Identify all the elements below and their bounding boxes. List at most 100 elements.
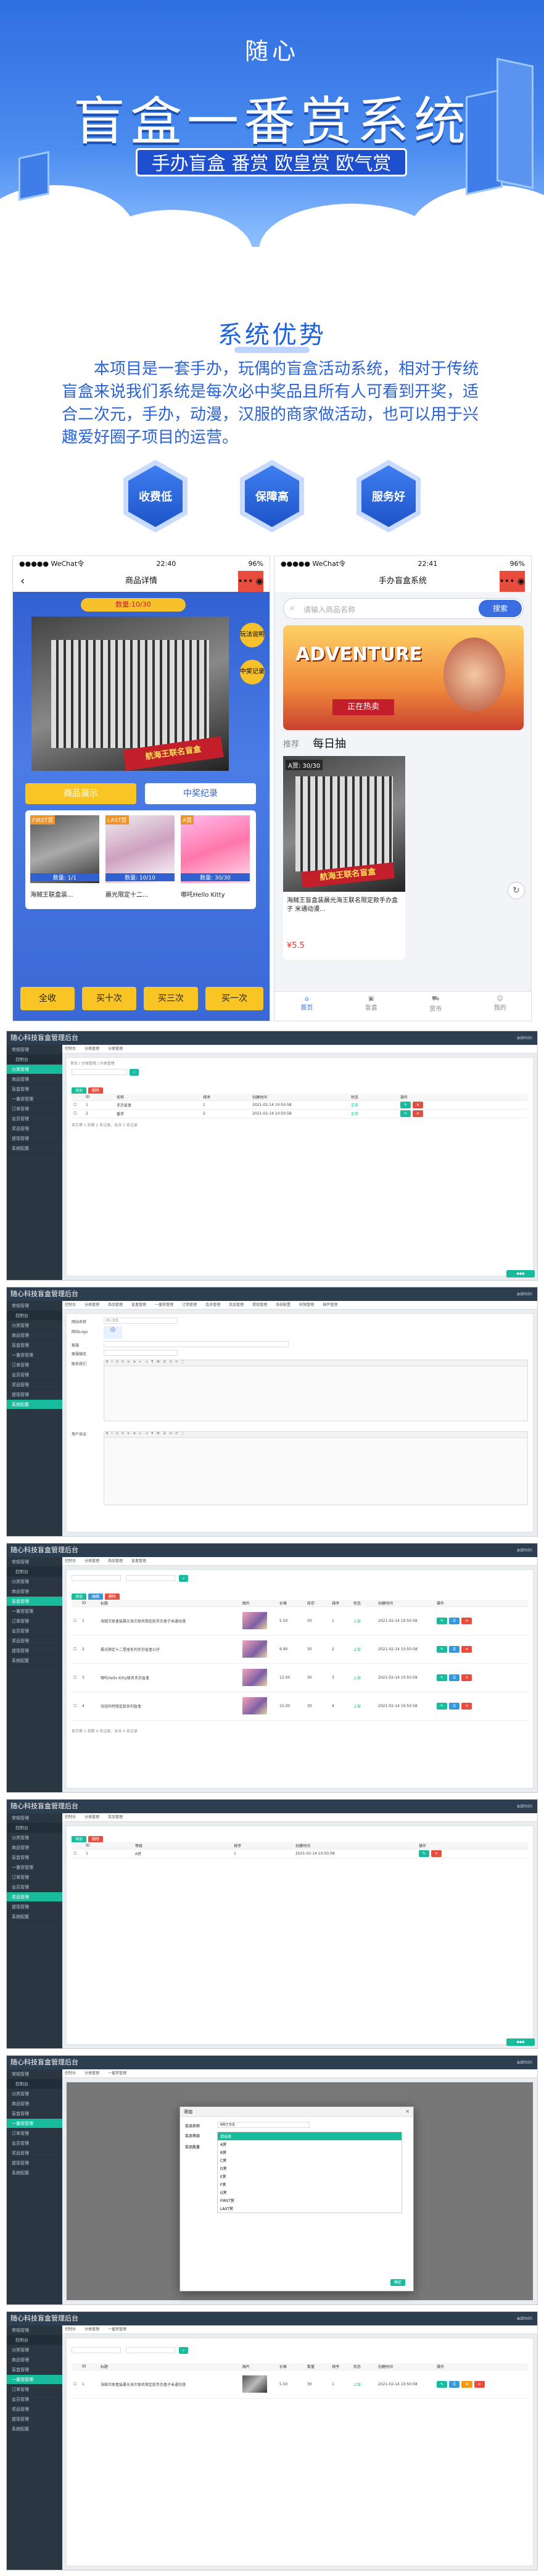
tab[interactable]: 分类管理 bbox=[84, 1559, 99, 1563]
edit-icon[interactable]: ✎ bbox=[437, 2381, 448, 2388]
search-button[interactable]: ⌕ bbox=[130, 1069, 139, 1076]
list-icon[interactable]: ☰ bbox=[449, 2381, 460, 2388]
service-input[interactable] bbox=[104, 1341, 289, 1347]
sidebar-item[interactable]: 系统配置 bbox=[7, 2168, 62, 2178]
buy-three-button[interactable]: 买三次 bbox=[144, 987, 198, 1010]
contact-editor[interactable]: B I U S ≡ ≣ ⇤ ⇥ ¶ ⌘ ☰ ⟲ ⟳ ⛶ bbox=[104, 1360, 528, 1421]
dropdown-option[interactable]: D赏 bbox=[218, 2164, 402, 2172]
sidebar-item[interactable]: 商品管理 bbox=[7, 1331, 62, 1340]
sidebar-item[interactable]: 控制台 bbox=[7, 2335, 62, 2345]
tab[interactable]: 盲盒管理 bbox=[131, 1559, 146, 1563]
sidebar-item[interactable]: 系统配置 bbox=[7, 1912, 62, 1922]
sidebar-item[interactable]: 盲盒管理 bbox=[7, 2109, 62, 2119]
sidebar-item[interactable]: 一番赏管理 bbox=[7, 1606, 62, 1616]
checkbox[interactable]: ☐ bbox=[72, 1647, 80, 1652]
tab[interactable]: 一番赏管理 bbox=[108, 2071, 126, 2075]
sidebar-item[interactable]: 系统配置 bbox=[7, 1400, 62, 1410]
confirm-button[interactable]: 确定 bbox=[390, 2279, 405, 2286]
admin-user[interactable]: admin bbox=[517, 1800, 532, 1813]
sidebar-item[interactable]: 分类管理 bbox=[7, 2089, 62, 2099]
trash-icon[interactable]: ✕ bbox=[461, 1618, 472, 1624]
tab-blindbox[interactable]: ▣ 盲盒 bbox=[339, 992, 404, 1021]
close-icon[interactable]: ✕ bbox=[405, 2109, 410, 2114]
tab[interactable]: 控制台 bbox=[65, 1559, 76, 1563]
checkbox[interactable]: ☐ bbox=[72, 1704, 80, 1708]
sidebar-item[interactable]: 提现管理 bbox=[7, 1646, 62, 1656]
tab[interactable]: 分类管理 bbox=[84, 1047, 99, 1051]
sidebar-item[interactable]: 一番赏管理 bbox=[7, 2375, 62, 2385]
home-carousel[interactable]: ADVENTURE 正在热卖 bbox=[283, 625, 524, 730]
tab-records[interactable]: 中奖纪录 bbox=[145, 783, 256, 804]
sidebar-item[interactable]: 奖品管理 bbox=[7, 1124, 62, 1134]
tab-recommend[interactable]: 推荐 bbox=[283, 737, 299, 749]
sidebar-item[interactable]: 盲盒管理 bbox=[7, 1084, 62, 1094]
dropdown-option[interactable]: FIRST赏 bbox=[218, 2196, 402, 2204]
sidebar-item[interactable]: 商品管理 bbox=[7, 1074, 62, 1084]
table-row[interactable]: ☐ 3 哪吒Hello Kitty联名手办盲盒 12.00 30 3 上架 2021-02-1… bbox=[72, 1664, 528, 1692]
sidebar-item[interactable]: 奖品管理 bbox=[7, 1380, 62, 1390]
sidebar-item[interactable]: 订单管理 bbox=[7, 2385, 62, 2395]
records-button[interactable]: 中奖记录 bbox=[240, 660, 265, 684]
tab[interactable]: 控制台 bbox=[65, 1047, 76, 1051]
edit-icon[interactable]: ✎ bbox=[437, 1646, 448, 1653]
sidebar-item[interactable]: 盲盒管理 bbox=[7, 1853, 62, 1863]
editor-toolbar[interactable]: B I U S ≡ ≣ ⇤ ⇥ ¶ ⌘ ☰ ⟲ ⟳ ⛶ bbox=[104, 1360, 527, 1366]
table-row[interactable]: ☐ 1 A赏 1 2021-02-14 10:50:58 ✎ ✕ bbox=[72, 1850, 528, 1858]
admin-user[interactable]: admin bbox=[517, 2056, 532, 2069]
trash-icon[interactable]: ✕ bbox=[461, 1646, 472, 1653]
sidebar-item[interactable]: 会员管理 bbox=[7, 2138, 62, 2148]
trash-icon[interactable]: ✕ bbox=[431, 1850, 442, 1857]
tab[interactable]: 分类管理 bbox=[84, 1303, 99, 1307]
dropdown-option[interactable]: B赏 bbox=[218, 2148, 402, 2156]
checkbox[interactable]: ☐ bbox=[72, 1676, 80, 1680]
edit-icon[interactable]: ✎ bbox=[400, 1110, 411, 1117]
sidebar-item[interactable]: 系统配置 bbox=[7, 1144, 62, 1153]
table-row[interactable]: ☐ 4 泡泡玛特限定款系列盲盒 15.00 30 4 上架 2021-02-14 10:50:… bbox=[72, 1692, 528, 1721]
sidebar-item[interactable]: 商品管理 bbox=[7, 2099, 62, 2109]
tab[interactable]: 盲盒管理 bbox=[131, 1303, 146, 1307]
sidebar-item[interactable]: 一番赏管理 bbox=[7, 2119, 62, 2129]
table-row[interactable]: ☐ 2 番赏 2 2021-02-14 10:50:58 正常 ✎ ✕ bbox=[72, 1110, 528, 1118]
tab[interactable]: 权限管理 bbox=[299, 1303, 314, 1307]
checkbox[interactable]: ☐ bbox=[72, 1619, 80, 1623]
tab[interactable]: 控制台 bbox=[65, 1815, 76, 1819]
dropdown-option[interactable]: F赏 bbox=[218, 2180, 402, 2188]
admin-user[interactable]: admin bbox=[517, 1031, 532, 1045]
tab[interactable]: 奖品管理 bbox=[229, 1303, 244, 1307]
sidebar-item[interactable]: 提现管理 bbox=[7, 1134, 62, 1144]
dropdown-option[interactable]: A赏 bbox=[218, 2140, 402, 2148]
sidebar-item[interactable]: 订单管理 bbox=[7, 1872, 62, 1882]
tab[interactable]: 控制台 bbox=[65, 2327, 76, 2332]
sidebar-item[interactable]: 会员管理 bbox=[7, 1882, 62, 1892]
sidebar-item[interactable]: 一番赏管理 bbox=[7, 1350, 62, 1360]
sidebar-item[interactable]: 盲盒管理 bbox=[7, 1597, 62, 1606]
menu-icon[interactable]: ••• ◉ bbox=[237, 571, 263, 592]
tab[interactable]: 一番赏管理 bbox=[155, 1303, 173, 1307]
site-name-input[interactable]: 随心盲盒 bbox=[104, 1318, 178, 1324]
buy-all-button[interactable]: 全收 bbox=[20, 987, 75, 1010]
sidebar-item[interactable]: 订单管理 bbox=[7, 1360, 62, 1370]
trash-icon[interactable]: ✕ bbox=[474, 2381, 485, 2388]
sidebar-item[interactable]: 控制台 bbox=[7, 1311, 62, 1321]
filter-select[interactable] bbox=[72, 1575, 121, 1581]
dropdown-option[interactable]: C赏 bbox=[218, 2156, 402, 2164]
tab[interactable]: 分类管理 bbox=[84, 2071, 99, 2075]
gift-icon[interactable]: ★ bbox=[461, 2381, 472, 2388]
buy-one-button[interactable]: 买一次 bbox=[205, 987, 263, 1010]
sidebar-item[interactable]: 系统配置 bbox=[7, 2424, 62, 2434]
table-row[interactable]: ☐ 1 手办盲盒 1 2021-02-14 10:50:58 正常 ✎ ✕ bbox=[72, 1101, 528, 1110]
sidebar-item[interactable]: 分类管理 bbox=[7, 1833, 62, 1843]
tab-products[interactable]: 商品展示 bbox=[25, 783, 136, 804]
sidebar-item[interactable]: 订单管理 bbox=[7, 2129, 62, 2138]
tab-daily[interactable]: 每日抽 bbox=[313, 735, 346, 751]
agreement-editor[interactable]: B I U S ≡ ≣ ⇤ ⇥ ¶ ⌘ ☰ ⟲ ⟳ ⛶ bbox=[104, 1431, 528, 1505]
filter-select[interactable] bbox=[72, 2347, 121, 2353]
tab-home[interactable]: ⌂ 首页 bbox=[274, 992, 339, 1021]
sidebar-item[interactable]: 商品管理 bbox=[7, 2355, 62, 2365]
dropdown-option[interactable]: 请选择 bbox=[218, 2132, 402, 2140]
sidebar-item[interactable]: 控制台 bbox=[7, 1823, 62, 1833]
sidebar-item[interactable]: 会员管理 bbox=[7, 2395, 62, 2404]
tab[interactable]: 奖品管理 bbox=[108, 1815, 123, 1819]
sidebar-item[interactable]: 提现管理 bbox=[7, 1902, 62, 1912]
sidebar-item[interactable]: 订单管理 bbox=[7, 1104, 62, 1114]
